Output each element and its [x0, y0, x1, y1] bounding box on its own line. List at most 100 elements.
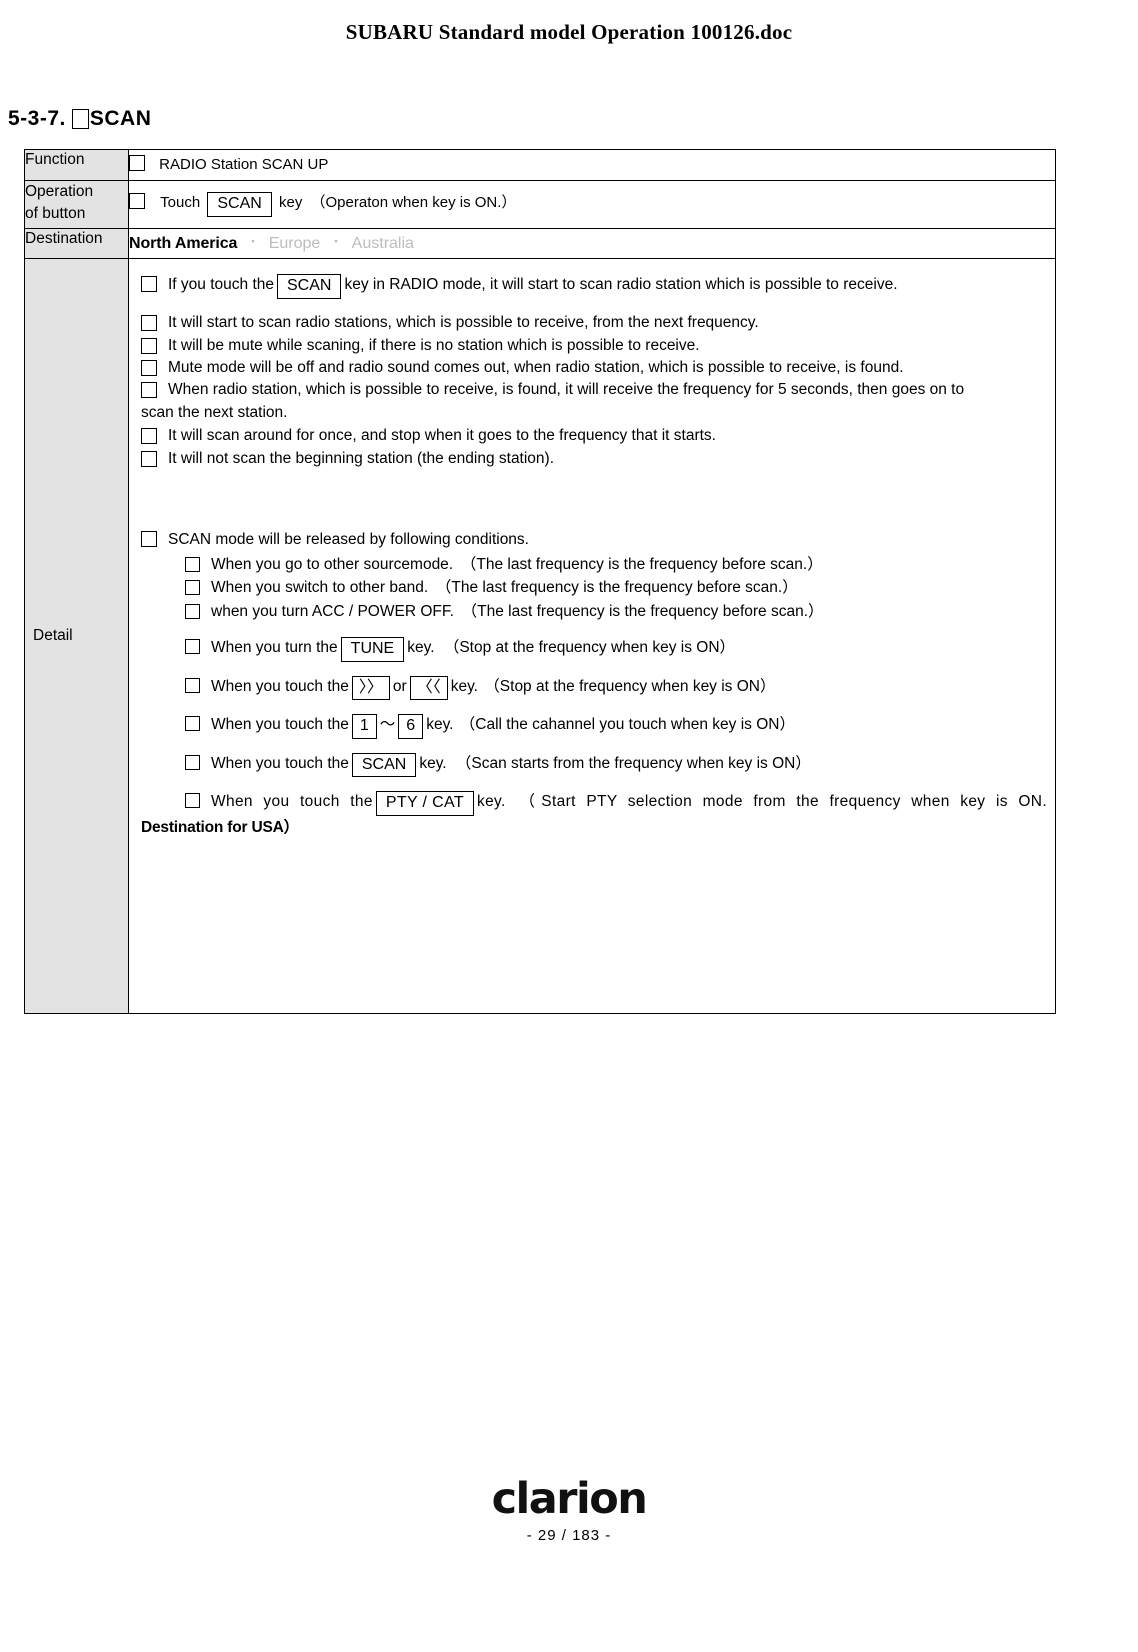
usa-destination-note: Destination for USA）: [141, 818, 299, 836]
table-row-detail: Detail If you touch the SCAN key in RADIO …: [24, 258, 1056, 1015]
detail-bullet-wrapped: When radio station, which is possible to…: [141, 379, 1047, 401]
release-prefix: When you touch the: [211, 677, 349, 695]
detail-release-heading: SCAN mode will be released by following …: [141, 528, 1047, 551]
label-detail: Detail: [24, 258, 129, 1015]
release-condition-text: When you touch the 〉〉 or 〈〈 key. （Stop at th…: [211, 675, 1047, 701]
destination-option-north-america[interactable]: North America: [129, 235, 237, 252]
operation-prefix: Touch: [160, 194, 201, 212]
detail-bullet-text: It will be mute while scaning, if there …: [168, 336, 700, 354]
operation-suffix: key: [279, 194, 303, 212]
detail-bullet-text: It will scan around for once, and stop w…: [168, 427, 716, 445]
key-pty-cat-button[interactable]: PTY / CAT: [375, 791, 474, 816]
spec-table: Function RADIO Station SCAN UP Operation…: [24, 148, 1056, 1015]
detail-bullet-wrapped-line1: When radio station, which is possible to…: [168, 381, 965, 399]
value-operation: Touch SCAN key （Operaton when key is ON.…: [128, 180, 1056, 229]
checkbox-icon: [141, 450, 157, 467]
release-prefix: When you turn the: [211, 638, 338, 656]
release-mid: or: [392, 677, 407, 695]
checkbox-icon: [185, 716, 200, 732]
release-suffix: key.: [450, 677, 478, 695]
release-condition-item: When you switch to other band. （The last…: [185, 577, 1047, 599]
label-operation-line1: Operation: [25, 183, 94, 201]
destination-option-australia[interactable]: Australia: [352, 235, 414, 252]
release-condition-item: When you go to other sourcemode. （The la…: [185, 554, 1047, 576]
checkbox-icon: [129, 193, 145, 210]
label-operation-line2: of button: [25, 205, 86, 223]
detail-release-heading-text: SCAN mode will be released by following …: [168, 531, 529, 549]
release-suffix: key.: [407, 638, 435, 656]
section-title-text: SCAN: [89, 107, 152, 130]
detail-bullet-text: It will start to scan radio stations, wh…: [168, 314, 759, 332]
function-text: RADIO Station SCAN UP: [159, 156, 329, 173]
release-condition-item-preset: When you touch the 1 ～ 6 key. （Call the caha…: [185, 713, 1047, 739]
release-condition-text: When you go to other sourcemode. （The la…: [211, 555, 823, 573]
release-condition-text: When you touch the PTY / CAT key. （Start PT…: [211, 790, 1047, 816]
detail-bullet: Mute mode will be off and radio sound co…: [141, 357, 1047, 379]
detail-bullet: It will not scan the beginning station (…: [141, 448, 1047, 470]
checkbox-icon: [141, 428, 157, 445]
destination-separator: ・: [246, 233, 260, 249]
release-condition-text: When you touch the SCAN key. （Scan starts …: [211, 752, 1047, 778]
checkbox-icon: [185, 754, 200, 770]
key-seek-back-button[interactable]: 〈〈: [409, 675, 448, 701]
detail-bullet-wrapped-line2: scan the next station.: [141, 403, 288, 421]
document-header-title: SUBARU Standard model Operation 100126.d…: [345, 20, 793, 44]
checkbox-icon: [141, 315, 157, 332]
release-suffix: key.: [476, 793, 506, 811]
release-suffix: key.: [419, 754, 447, 772]
key-scan-button[interactable]: SCAN: [351, 752, 417, 778]
release-condition-text: When you touch the 1 ～ 6 key. （Call the caha…: [211, 713, 1047, 739]
checkbox-icon: [185, 638, 200, 654]
table-row-destination: Destination North America ・ Europe ・ Aus…: [24, 227, 1056, 260]
release-condition-text: when you turn ACC / POWER OFF. （The last…: [211, 602, 824, 620]
detail-bullet: It will start to scan radio stations, wh…: [141, 312, 1047, 334]
checkbox-icon: [185, 677, 200, 693]
table-row-function: Function RADIO Station SCAN UP: [24, 148, 1056, 182]
section-number: 5-3-7.: [8, 107, 66, 130]
key-preset-1-button[interactable]: 1: [351, 714, 377, 739]
detail-bullet-text: It will not scan the beginning station (…: [168, 449, 555, 467]
label-operation: Operation of button: [24, 180, 129, 229]
checkbox-icon: [71, 109, 89, 129]
release-note: （Start PTY selection mode from the frequ…: [513, 793, 1047, 811]
release-condition-item: when you turn ACC / POWER OFF. （The last…: [185, 601, 1047, 623]
clarion-logo: clarion: [491, 1474, 648, 1524]
release-note: （Stop at the frequency when key is ON）: [484, 677, 776, 695]
value-destination: North America ・ Europe ・ Australia: [128, 227, 1056, 260]
key-scan-button[interactable]: SCAN: [277, 274, 342, 300]
release-condition-item-pty: When you touch the PTY / CAT key. （Start PT…: [185, 790, 1047, 816]
page-title: 5-3-7. SCAN: [8, 107, 151, 131]
release-condition-item-seek: When you touch the 〉〉 or 〈〈 key. （Stop at th…: [185, 675, 1047, 701]
page-footer: clarion - 29 / 183 -: [0, 1474, 1138, 1545]
checkbox-icon: [141, 359, 157, 376]
detail-intro-suffix: key in RADIO mode, it will start to scan…: [344, 276, 898, 294]
release-prefix: When you touch the: [211, 793, 373, 811]
table-row-operation: Operation of button Touch SCAN key （Oper…: [24, 180, 1056, 229]
key-scan-button[interactable]: SCAN: [207, 192, 272, 217]
checkbox-icon: [185, 793, 200, 809]
checkbox-icon: [129, 155, 145, 171]
release-prefix: When you touch the: [211, 716, 349, 734]
detail-bullet: It will scan around for once, and stop w…: [141, 425, 1047, 447]
label-function: Function: [24, 148, 129, 182]
key-seek-forward-button[interactable]: 〉〉: [351, 675, 390, 701]
detail-bullet-text: Mute mode will be off and radio sound co…: [168, 358, 904, 376]
checkbox-icon: [185, 580, 200, 596]
page-number: - 29 / 183 -: [526, 1527, 612, 1544]
label-destination: Destination: [24, 227, 129, 260]
detail-release-list: When you go to other sourcemode. （The la…: [185, 554, 1047, 816]
key-preset-6-button[interactable]: 6: [398, 714, 424, 739]
release-note: （Scan starts from the frequency when key…: [455, 754, 811, 772]
destination-option-europe[interactable]: Europe: [269, 235, 321, 252]
release-condition-item-tune: When you turn the TUNE key. （Stop at the f…: [185, 636, 1047, 662]
release-condition-text: When you switch to other band. （The last…: [211, 579, 798, 597]
operation-note: （Operaton when key is ON.）: [310, 194, 517, 212]
release-note: （Call the cahannel you touch when key is…: [459, 716, 795, 734]
detail-intro-line: If you touch the SCAN key in RADIO mode, i…: [141, 273, 1047, 300]
detail-intro-prefix: If you touch the: [168, 276, 274, 294]
checkbox-icon: [185, 603, 200, 619]
key-tune-button[interactable]: TUNE: [340, 636, 405, 662]
release-condition-item-scan: When you touch the SCAN key. （Scan starts …: [185, 752, 1047, 778]
checkbox-icon: [141, 531, 157, 548]
checkbox-icon: [185, 556, 200, 572]
